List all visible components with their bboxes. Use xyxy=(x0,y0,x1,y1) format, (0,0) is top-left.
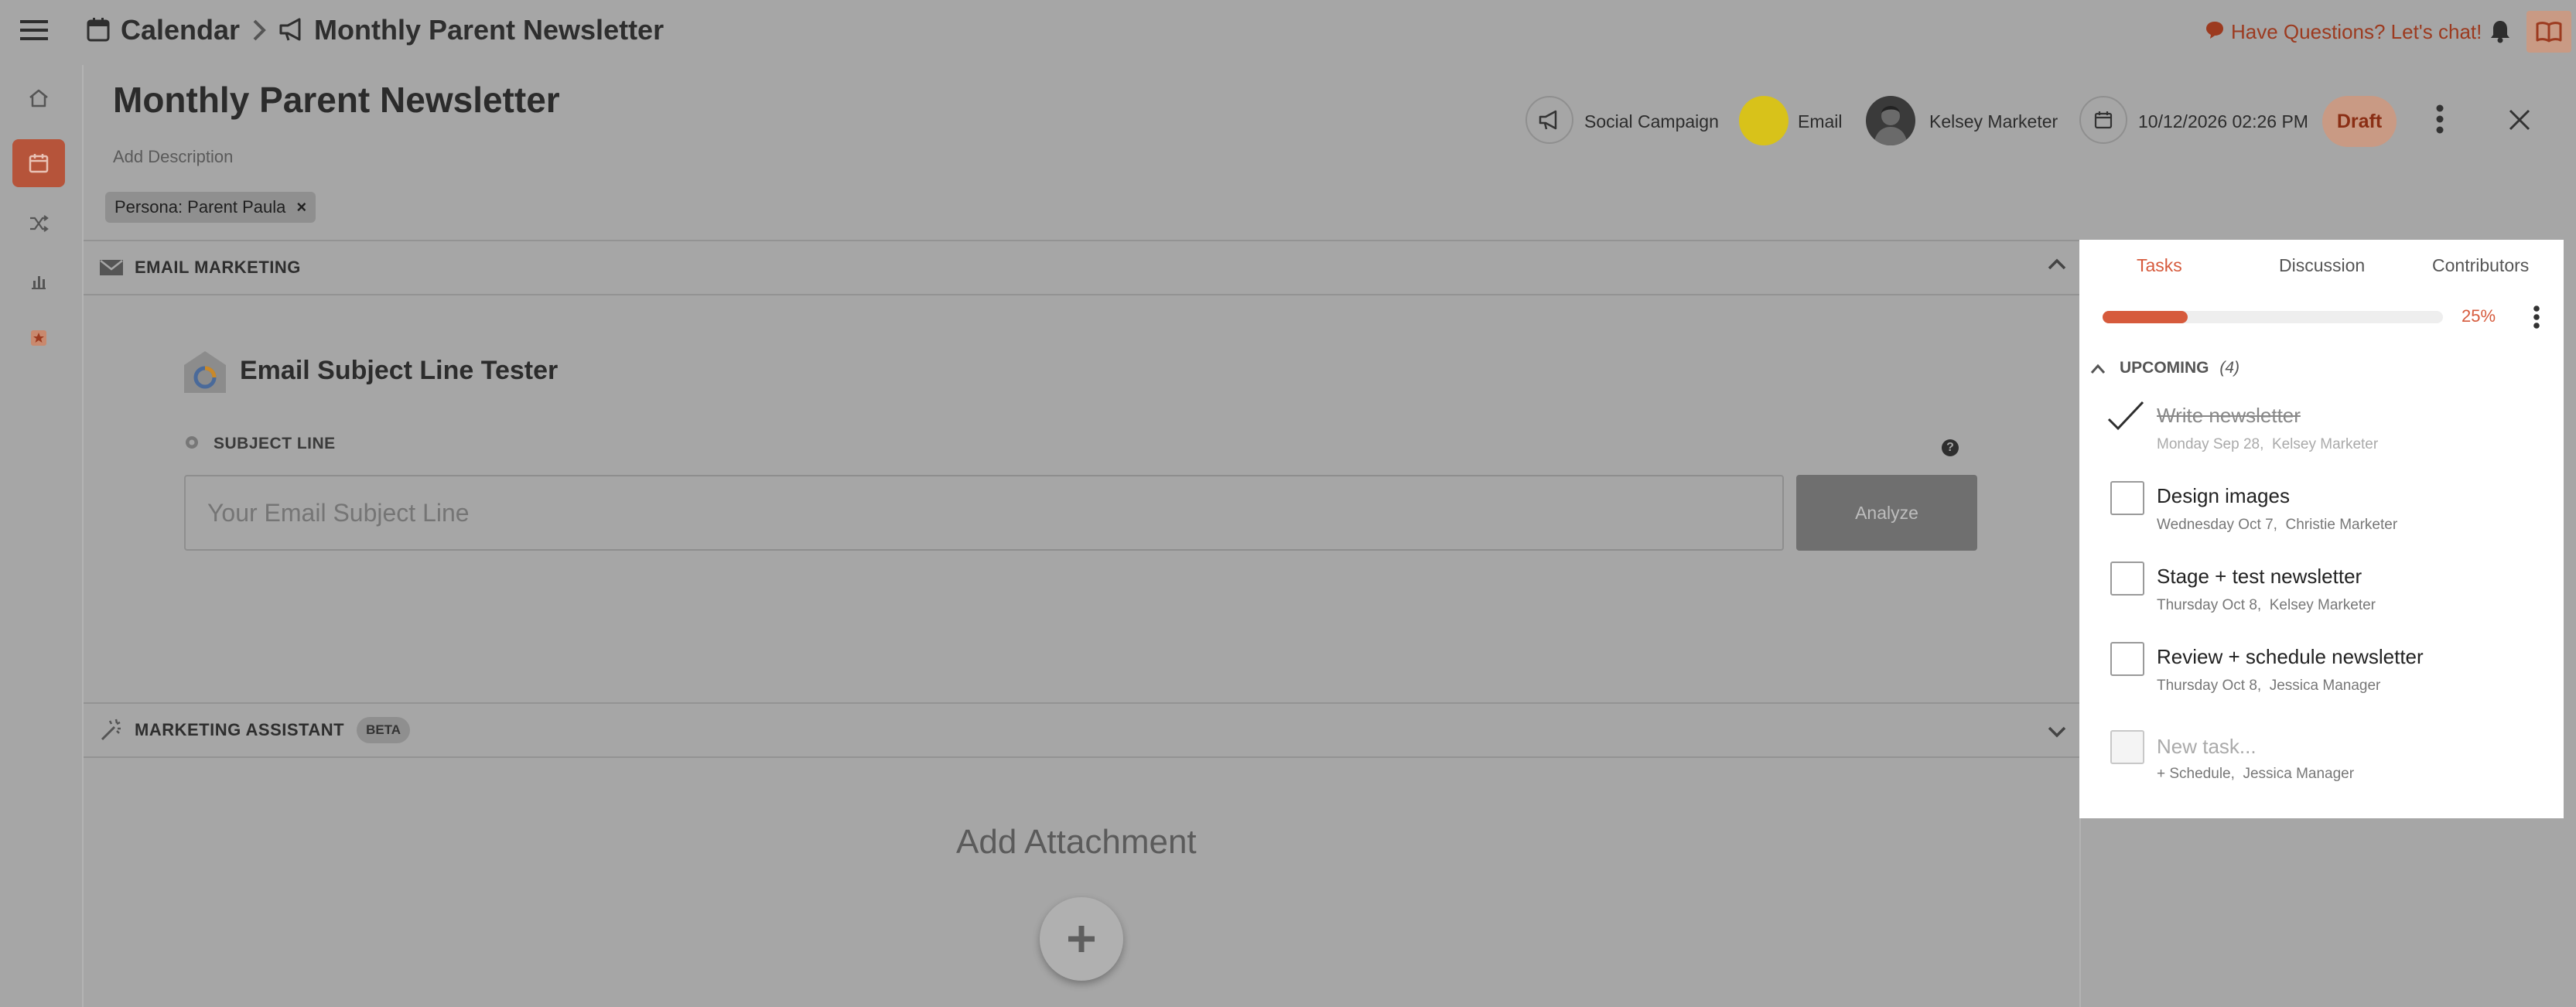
breadcrumb-calendar-link[interactable]: Calendar xyxy=(121,14,240,46)
nav-star-badge-icon[interactable] xyxy=(12,314,65,362)
new-task-input[interactable]: New task... xyxy=(2157,735,2257,759)
chevron-right-icon xyxy=(252,19,266,42)
help-icon[interactable]: ? xyxy=(1942,439,1959,456)
marketing-assistant-title: MARKETING ASSISTANT xyxy=(135,720,345,739)
task-date: Wednesday Oct 7, xyxy=(2157,517,2277,533)
tab-contributors[interactable]: Contributors xyxy=(2432,255,2529,276)
channel-color-dot[interactable] xyxy=(1739,96,1789,145)
task-checkbox[interactable] xyxy=(2110,562,2144,596)
task-checkbox[interactable] xyxy=(2110,481,2144,515)
tasks-panel: Tasks Discussion Contributors 25% UPCOMI… xyxy=(2079,240,2564,818)
hamburger-menu-icon[interactable] xyxy=(20,19,48,42)
top-bar: Calendar Monthly Parent Newsletter Have … xyxy=(0,0,2576,63)
task-meta: Wednesday Oct 7, Christie Marketer xyxy=(2157,517,2397,534)
task-date: Thursday Oct 8, xyxy=(2157,597,2262,613)
task-assignee[interactable]: Kelsey Marketer xyxy=(2270,597,2376,613)
upcoming-count: (4) xyxy=(2219,359,2240,377)
progress-percent: 25% xyxy=(2462,306,2496,326)
tab-discussion[interactable]: Discussion xyxy=(2279,255,2365,276)
campaign-label[interactable]: Social Campaign xyxy=(1584,111,1719,132)
add-attachment-button[interactable] xyxy=(1040,897,1123,981)
chevron-down-icon[interactable] xyxy=(2047,725,2067,738)
tasks-panel-lower-area xyxy=(2079,818,2564,1007)
task-meta: Thursday Oct 8, Jessica Manager xyxy=(2157,678,2380,695)
progress-bar xyxy=(2103,311,2443,323)
bell-icon[interactable] xyxy=(2489,19,2511,43)
new-task-assignee[interactable]: Jessica Manager xyxy=(2243,766,2354,782)
nav-analytics-icon[interactable] xyxy=(12,257,65,305)
subject-line-label: SUBJECT LINE xyxy=(214,435,336,452)
close-icon[interactable] xyxy=(2508,108,2531,131)
persona-tag-label: Persona: Parent Paula xyxy=(114,197,286,217)
persona-tag: Persona: Parent Paula × xyxy=(105,192,316,223)
task-meta: Thursday Oct 8, Kelsey Marketer xyxy=(2157,597,2376,614)
book-icon[interactable] xyxy=(2526,11,2571,53)
subject-line-gear-icon xyxy=(184,435,200,450)
nav-shuffle-icon[interactable] xyxy=(12,200,65,247)
task-assignee[interactable]: Christie Marketer xyxy=(2286,517,2398,533)
new-task-checkbox[interactable] xyxy=(2110,730,2144,764)
beta-badge: BETA xyxy=(357,717,411,743)
add-attachment-label: Add Attachment xyxy=(956,823,1197,861)
task-checkbox[interactable] xyxy=(2110,642,2144,676)
chevron-up-icon[interactable] xyxy=(2047,258,2067,271)
collapse-upcoming-icon[interactable] xyxy=(2090,364,2106,374)
new-task-meta: + Schedule, Jessica Manager xyxy=(2157,766,2354,783)
task-assignee[interactable]: Kelsey Marketer xyxy=(2272,436,2378,452)
tag-remove-icon[interactable]: × xyxy=(296,197,306,217)
email-marketing-title: EMAIL MARKETING xyxy=(135,258,301,277)
owner-avatar[interactable] xyxy=(1866,96,1915,145)
task-checkmark-icon[interactable] xyxy=(2106,399,2146,433)
breadcrumb-current-page: Monthly Parent Newsletter xyxy=(314,14,664,46)
date-label[interactable]: 10/12/2026 02:26 PM xyxy=(2138,111,2308,132)
upcoming-label: UPCOMING xyxy=(2120,359,2209,377)
magic-wand-icon xyxy=(99,718,124,742)
nav-calendar-icon[interactable] xyxy=(12,139,65,187)
tab-tasks[interactable]: Tasks xyxy=(2137,255,2182,276)
analyze-button[interactable]: Analyze xyxy=(1796,475,1977,551)
task-title[interactable]: Write newsletter xyxy=(2157,404,2301,428)
upcoming-group-label: UPCOMING (4) xyxy=(2120,359,2239,377)
task-date: Thursday Oct 8, xyxy=(2157,678,2262,694)
envelope-icon xyxy=(99,258,124,277)
chat-link[interactable]: Have Questions? Let's chat! xyxy=(2231,20,2482,44)
chat-bubble-icon[interactable] xyxy=(2205,20,2225,40)
tasks-more-icon[interactable] xyxy=(2533,305,2540,329)
task-meta: Monday Sep 28, Kelsey Marketer xyxy=(2157,436,2378,453)
megaphone-icon xyxy=(278,17,305,42)
channel-label[interactable]: Email xyxy=(1798,111,1843,132)
marketing-assistant-header[interactable]: MARKETING ASSISTANT BETA xyxy=(84,702,2079,758)
subject-tester-logo-icon xyxy=(183,350,227,394)
task-assignee[interactable]: Jessica Manager xyxy=(2270,678,2381,694)
task-title[interactable]: Review + schedule newsletter xyxy=(2157,645,2424,669)
task-date: Monday Sep 28, xyxy=(2157,436,2264,452)
left-nav xyxy=(0,63,80,1007)
subject-line-input[interactable] xyxy=(184,475,1784,551)
tool-title: Email Subject Line Tester xyxy=(240,356,559,385)
item-title[interactable]: Monthly Parent Newsletter xyxy=(113,79,560,121)
email-marketing-header[interactable]: EMAIL MARKETING xyxy=(84,240,2079,295)
nav-home-icon[interactable] xyxy=(12,74,65,122)
add-description-field[interactable]: Add Description xyxy=(113,147,233,167)
date-calendar-icon[interactable] xyxy=(2079,96,2127,144)
new-task-schedule-link[interactable]: + Schedule, xyxy=(2157,766,2235,782)
progress-bar-fill xyxy=(2103,311,2188,323)
campaign-megaphone-icon[interactable] xyxy=(1525,96,1573,144)
plus-icon xyxy=(1068,926,1095,952)
task-title[interactable]: Stage + test newsletter xyxy=(2157,565,2362,589)
status-badge[interactable]: Draft xyxy=(2322,96,2397,147)
more-vertical-icon[interactable] xyxy=(2435,104,2444,135)
task-title[interactable]: Design images xyxy=(2157,484,2290,508)
owner-label[interactable]: Kelsey Marketer xyxy=(1929,111,2058,132)
calendar-icon xyxy=(87,17,110,42)
